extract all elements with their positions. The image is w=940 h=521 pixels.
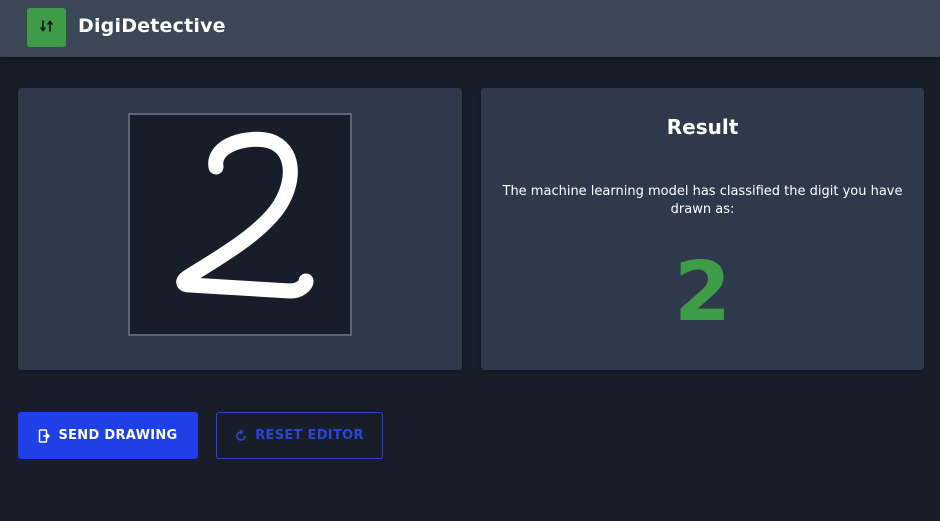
result-panel: Result The machine learning model has cl… xyxy=(481,88,924,370)
sort-arrows-icon xyxy=(39,18,55,38)
drawing-canvas[interactable] xyxy=(128,113,352,336)
app-title: DigiDetective xyxy=(78,15,226,37)
app-logo xyxy=(27,8,66,47)
drawn-digit-stroke xyxy=(176,131,314,299)
reset-editor-label: RESET EDITOR xyxy=(255,428,364,443)
drawing-panel xyxy=(18,88,462,370)
send-drawing-button[interactable]: SEND DRAWING xyxy=(18,412,198,459)
send-drawing-label: SEND DRAWING xyxy=(58,428,178,443)
refresh-icon xyxy=(235,429,247,442)
reset-editor-button[interactable]: RESET EDITOR xyxy=(216,412,383,459)
app-bar: DigiDetective xyxy=(0,0,940,57)
predicted-digit: 2 xyxy=(673,245,732,340)
result-title: Result xyxy=(666,115,739,139)
result-description: The machine learning model has classifie… xyxy=(502,184,903,217)
send-to-device-icon xyxy=(38,428,51,443)
